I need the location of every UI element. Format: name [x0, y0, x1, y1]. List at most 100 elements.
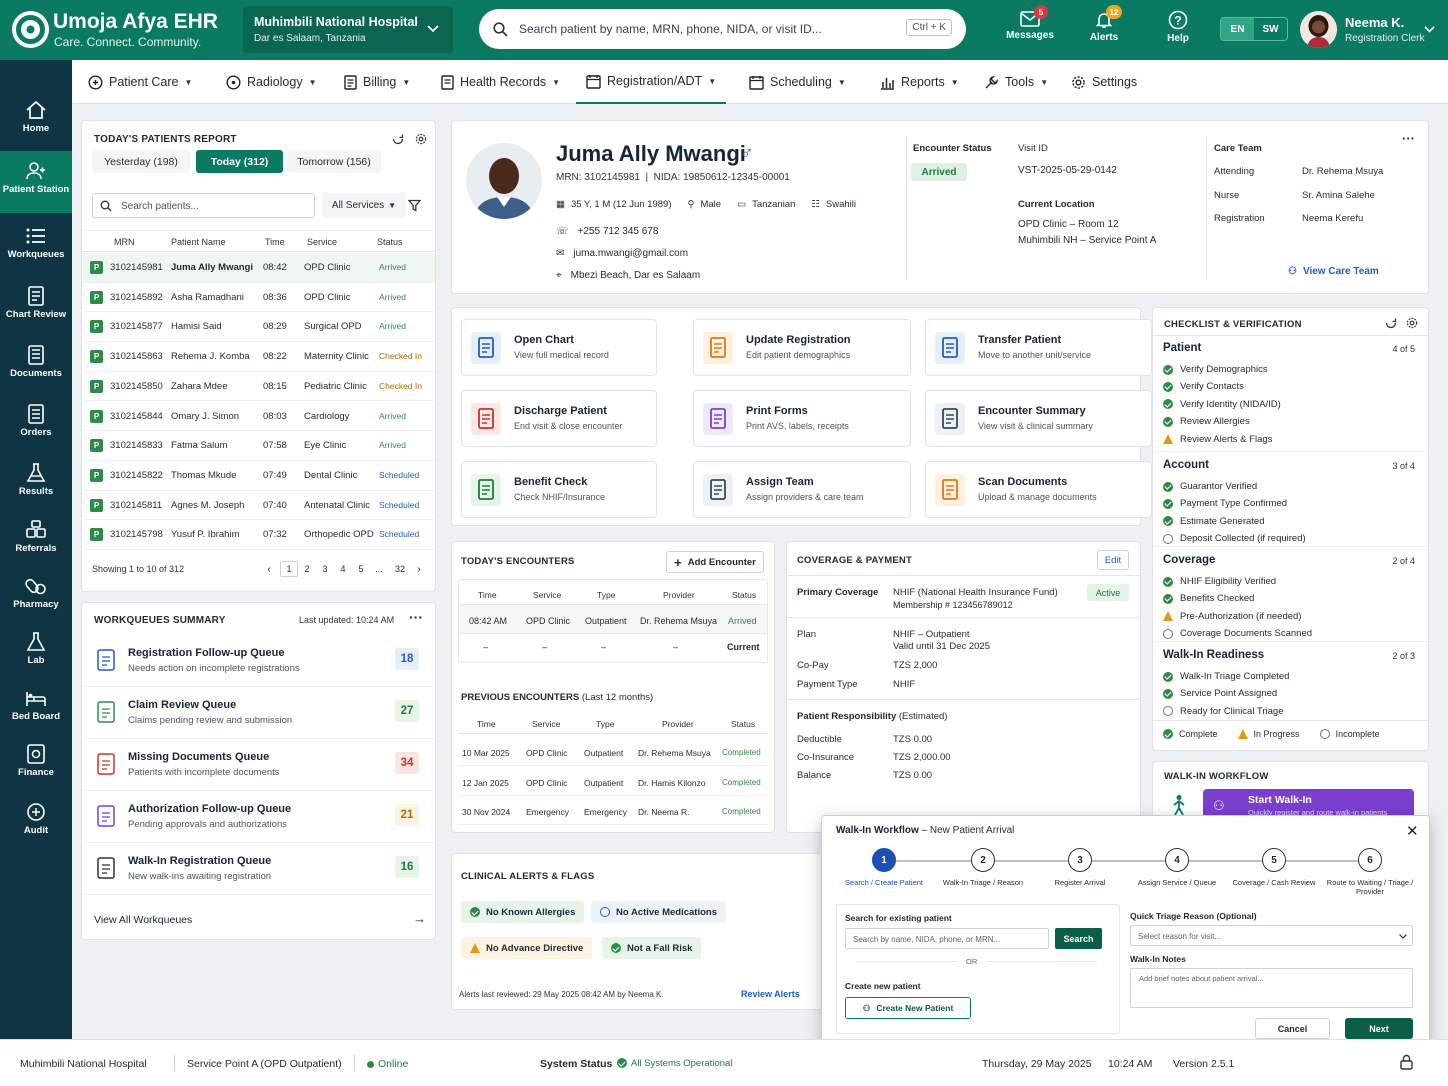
- refresh-icon[interactable]: [392, 133, 404, 145]
- nav-home[interactable]: Home: [0, 100, 72, 156]
- nav-workqueues[interactable]: Workqueues: [0, 226, 72, 282]
- hospital-selector[interactable]: Muhimbili National Hospital Dar es Salaa…: [243, 6, 453, 53]
- tab-yesterday[interactable]: Yesterday (198): [92, 150, 190, 173]
- checklist-item[interactable]: Pre-Authorization (if needed): [1163, 611, 1301, 622]
- nav-chart-review[interactable]: Chart Review: [0, 286, 72, 342]
- next-button[interactable]: Next: [1345, 1018, 1413, 1039]
- checklist-item[interactable]: Service Point Assigned: [1163, 688, 1277, 699]
- table-row[interactable]: P 3102145981 Juma Ally Mwangi 08:42 OPD Clin…: [83, 253, 435, 283]
- table-row[interactable]: P 3102145844 Omary J. Simon 08:03 Cardiology…: [83, 402, 435, 432]
- more-icon[interactable]: ···: [1402, 131, 1415, 146]
- checklist-item[interactable]: Estimate Generated: [1163, 516, 1265, 527]
- checklist-item[interactable]: Guarantor Verified: [1163, 481, 1257, 492]
- lock-icon[interactable]: [1400, 1054, 1413, 1070]
- table-row[interactable]: P 3102145811 Agnes M. Joseph 07:40 Antenatal…: [83, 491, 435, 521]
- workflow-step[interactable]: 4: [1165, 848, 1189, 872]
- checklist-item[interactable]: Ready for Clinical Triage: [1163, 706, 1284, 717]
- tab-tomorrow[interactable]: Tomorrow (156): [287, 150, 381, 173]
- action-encounter-summary[interactable]: Encounter Summary View visit & clinical s…: [925, 390, 1152, 447]
- checklist-item[interactable]: Deposit Collected (if required): [1163, 533, 1306, 544]
- next-page-icon[interactable]: ›: [412, 564, 426, 575]
- table-row[interactable]: P 3102145833 Fatma Salum 07:58 Eye Clinic Arr…: [83, 431, 435, 461]
- workflow-step[interactable]: 5: [1262, 848, 1286, 872]
- workqueue-item[interactable]: Walk-In Registration Queue New walk-ins a…: [83, 843, 435, 895]
- menu-health-records[interactable]: Health Records ▼: [441, 60, 560, 104]
- checklist-item[interactable]: Coverage Documents Scanned: [1163, 628, 1312, 639]
- create-new-patient-button[interactable]: ⚇ Create New Patient: [845, 997, 971, 1019]
- table-row[interactable]: P 3102145850 Zahara Mdee 08:15 Pediatric Cli…: [83, 372, 435, 402]
- menu-tools[interactable]: Tools ▼: [984, 60, 1048, 104]
- action-print-forms[interactable]: Print Forms Print AVS, labels, receipts: [693, 390, 911, 447]
- nav-finance[interactable]: Finance: [0, 744, 72, 800]
- view-care-team-link[interactable]: ⚇ View Care Team: [1288, 266, 1379, 277]
- lang-sw-button[interactable]: SW: [1254, 18, 1287, 40]
- page-1[interactable]: 1: [280, 561, 298, 577]
- menu-reports[interactable]: Reports ▼: [880, 60, 959, 104]
- checklist-item[interactable]: Payment Type Confirmed: [1163, 498, 1287, 509]
- menu-registration-adt[interactable]: Registration/ADT ▼: [576, 60, 727, 104]
- workflow-step[interactable]: 2: [971, 848, 995, 872]
- checklist-item[interactable]: Verify Identity (NIDA/ID): [1163, 399, 1281, 410]
- table-row[interactable]: 10 Mar 2025 OPD Clinic Outpatient Dr. Rehem…: [458, 737, 768, 766]
- workqueue-item[interactable]: Claim Review Queue Claims pending review …: [83, 687, 435, 739]
- nav-patient-station[interactable]: Patient Station: [0, 151, 72, 213]
- add-encounter-button[interactable]: + Add Encounter: [666, 551, 764, 573]
- nav-orders[interactable]: Orders: [0, 404, 72, 460]
- user-avatar[interactable]: [1300, 11, 1337, 48]
- user-menu-chevron-icon[interactable]: [1424, 26, 1435, 33]
- table-row[interactable]: 08:42 AM OPD Clinic Outpatient Dr. Rehem…: [459, 604, 767, 634]
- nav-referrals[interactable]: Referrals: [0, 520, 72, 576]
- prev-page-icon[interactable]: ‹: [262, 564, 276, 575]
- modal-search-input[interactable]: Search by name, NIDA, phone, or MRN...: [845, 928, 1049, 949]
- close-icon[interactable]: ✕: [1406, 822, 1419, 840]
- table-row[interactable]: 12 Jan 2025 OPD Clinic Outpatient Dr. Hamis…: [458, 767, 768, 796]
- menu-scheduling[interactable]: Scheduling ▼: [749, 60, 846, 104]
- menu-settings[interactable]: Settings: [1071, 60, 1137, 104]
- workflow-step[interactable]: 1: [872, 848, 896, 872]
- table-row[interactable]: P 3102145892 Asha Ramadhani 08:36 OPD Clinic…: [83, 283, 435, 313]
- nav-lab[interactable]: Lab: [0, 632, 72, 688]
- action-benefit-check[interactable]: Benefit Check Check NHIF/Insurance: [461, 461, 657, 518]
- checklist-item[interactable]: Review Allergies: [1163, 416, 1250, 427]
- review-alerts-link[interactable]: Review Alerts: [741, 989, 800, 999]
- nav-bed-board[interactable]: Bed Board: [0, 688, 72, 744]
- view-all-workqueues[interactable]: View All Workqueues: [94, 914, 192, 926]
- nav-documents[interactable]: Documents: [0, 345, 72, 401]
- table-row[interactable]: 30 Nov 2024 Emergency Emergency Dr. Neema R…: [458, 796, 768, 825]
- page-4[interactable]: 4: [334, 564, 352, 574]
- action-discharge-patient[interactable]: Discharge Patient End visit & close encou…: [461, 390, 657, 447]
- checklist-item[interactable]: Verify Contacts: [1163, 381, 1244, 392]
- table-row[interactable]: P 3102145877 Hamisi Said 08:29 Surgical OPD A…: [83, 312, 435, 343]
- filter-icon[interactable]: [408, 199, 421, 212]
- checklist-item[interactable]: Verify Demographics: [1163, 364, 1268, 375]
- workflow-step[interactable]: 3: [1068, 848, 1092, 872]
- nav-audit[interactable]: Audit: [0, 802, 72, 858]
- checklist-item[interactable]: Benefits Checked: [1163, 593, 1254, 604]
- checklist-item[interactable]: Review Alerts & Flags: [1163, 434, 1272, 445]
- checklist-item[interactable]: NHIF Eligibility Verified: [1163, 576, 1276, 587]
- alerts-button[interactable]: Alerts 12: [1074, 5, 1134, 52]
- page-2[interactable]: 2: [298, 564, 316, 574]
- action-transfer-patient[interactable]: Transfer Patient Move to another unit/ser…: [925, 319, 1152, 376]
- action-open-chart[interactable]: Open Chart View full medical record: [461, 319, 657, 376]
- action-scan-documents[interactable]: Scan Documents Upload & manage documents: [925, 461, 1152, 518]
- table-row[interactable]: P 3102145822 Thomas Mkude 07:49 Dental Clini…: [83, 461, 435, 491]
- page-3[interactable]: 3: [316, 564, 334, 574]
- table-row[interactable]: P 3102145798 Yusuf P. Ibrahim 07:32 Orthoped…: [83, 520, 435, 550]
- settings-gear-icon[interactable]: [415, 133, 427, 145]
- help-button[interactable]: ? Help: [1148, 6, 1208, 52]
- menu-billing[interactable]: Billing ▼: [344, 60, 410, 104]
- lang-en-button[interactable]: EN: [1221, 18, 1254, 40]
- checklist-item[interactable]: Walk-In Triage Completed: [1163, 671, 1289, 682]
- action-assign-team[interactable]: Assign Team Assign providers & care team: [693, 461, 911, 518]
- menu-radiology[interactable]: Radiology ▼: [226, 60, 317, 104]
- arrow-right-icon[interactable]: →: [413, 911, 426, 926]
- cancel-button[interactable]: Cancel: [1255, 1018, 1330, 1039]
- global-search-input[interactable]: Search patient by name, MRN, phone, NIDA…: [479, 9, 966, 49]
- modal-search-button[interactable]: Search: [1055, 928, 1102, 949]
- workqueue-item[interactable]: Missing Documents Queue Patients with inc…: [83, 739, 435, 791]
- tab-today[interactable]: Today (312): [196, 150, 283, 173]
- menu-patient-care[interactable]: Patient Care ▼: [88, 60, 192, 104]
- triage-reason-select[interactable]: Select reason for visit...: [1130, 925, 1413, 946]
- more-icon[interactable]: ···: [409, 609, 423, 625]
